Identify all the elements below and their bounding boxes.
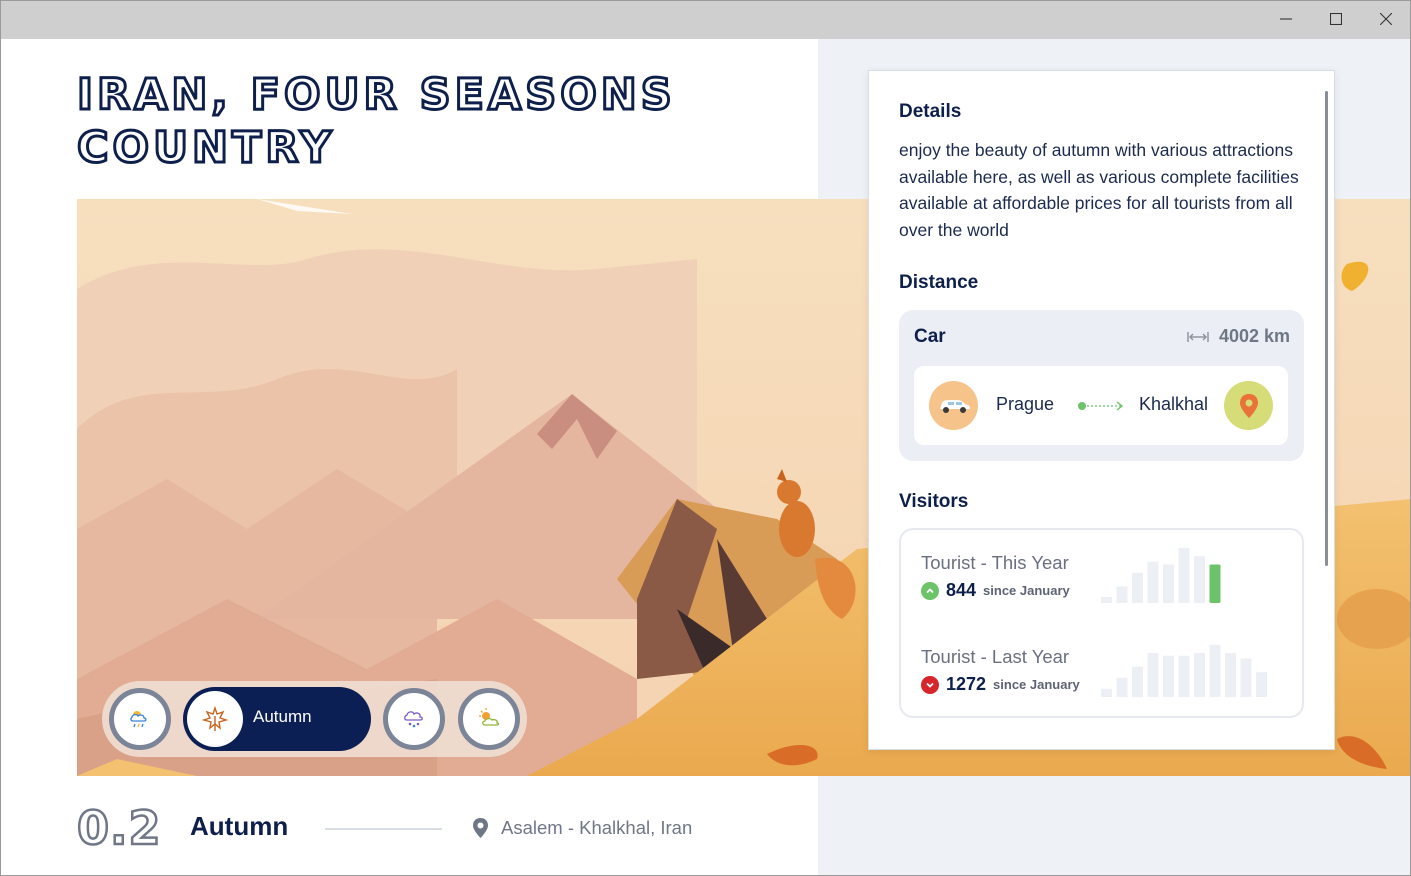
bar [1132,666,1143,697]
distance-box: Car 4002 km Prague Khalkhal [899,310,1304,461]
distance-km: 4002 km [1218,326,1290,346]
last-year-number: 1272 [946,674,987,694]
season-selector: Autumn [102,681,527,757]
title-bar [1,1,1410,39]
sun-cloud-icon [479,708,500,726]
bar [1116,677,1128,697]
bar [1178,548,1190,603]
close-icon [1380,13,1392,25]
this-year-bar-chart [1101,548,1221,603]
maximize-button[interactable] [1313,5,1359,33]
bar [1163,564,1174,603]
visitors-last-year-label: Tourist - Last Year [921,646,1070,667]
bar [1256,672,1267,697]
footer-season-name: Autumn [190,811,289,841]
season-winter-button[interactable] [383,688,445,750]
page-title: IRAN, FOUR SEASONS COUNTRY [76,69,676,175]
season-summer-button[interactable] [458,688,520,750]
distance-heading: Distance [899,272,979,293]
destination-avatar [1224,381,1273,430]
route-arrow-icon [1078,401,1124,411]
distance-arrows-icon [1187,331,1209,342]
location-pin-icon [1239,393,1258,418]
snow-cloud-icon [404,711,423,728]
this-year-number: 844 [946,580,977,600]
trend-down-icon [921,675,939,694]
route-to: Khalkhal [1139,394,1209,414]
bar [1163,655,1174,697]
visitors-heading: Visitors [899,491,969,512]
visitors-last-year-count: 1272 since January [921,674,1080,695]
season-number: 0.2 [76,800,162,857]
details-text: enjoy the beauty of autumn with various … [899,140,1299,240]
last-year-bar-chart [1101,644,1267,697]
footer-location-text: Asalem - Khalkhal, Iran [501,817,693,838]
visitors-this-year-count: 844 since January [921,580,1070,601]
maximize-icon [1330,13,1342,25]
car-avatar [929,381,978,430]
rain-sun-icon [130,711,147,728]
season-autumn-icon-wrap [187,691,243,747]
bar-highlight [1209,564,1221,603]
bar [1194,556,1205,603]
season-spring-button[interactable] [109,688,171,750]
minimize-icon [1280,18,1292,20]
bar [1101,688,1112,697]
bar [1225,653,1236,697]
bar [1116,586,1128,603]
bar [1178,655,1190,697]
bar [1101,597,1112,603]
details-heading: Details [899,101,962,122]
distance-mode: Car [914,326,946,347]
bar [1147,653,1159,697]
autumn-leaf-icon [202,706,228,731]
footer-location: Asalem - Khalkhal, Iran [472,817,692,839]
footer-bar: 0.2 Autumn Asalem - Khalkhal, Iran [76,800,797,857]
bar [1209,644,1221,697]
route-from: Prague [996,394,1055,414]
card-scrollbar[interactable] [1325,91,1328,566]
bar [1132,572,1143,603]
bar [1147,561,1159,603]
route-card: Prague Khalkhal [914,366,1288,445]
close-button[interactable] [1363,5,1409,33]
last-year-since: since January [993,677,1080,692]
season-autumn-button[interactable]: Autumn [183,687,371,751]
bar [1240,658,1252,697]
car-icon [939,399,970,413]
minimize-button[interactable] [1263,5,1309,33]
details-card: Details enjoy the beauty of autumn with … [868,70,1335,750]
season-autumn-label: Autumn [253,707,312,726]
this-year-since: since January [983,583,1070,598]
app-window: IRAN, FOUR SEASONS COUNTRY Autumn Detail… [0,0,1411,876]
visitors-box: Tourist - This Year 844 since January To… [899,528,1304,718]
footer-divider [325,828,442,830]
location-pin-icon [473,818,488,838]
trend-up-icon [921,581,939,600]
visitors-this-year-label: Tourist - This Year [921,552,1069,573]
distance-value: 4002 km [1187,326,1290,347]
bar [1194,653,1205,697]
